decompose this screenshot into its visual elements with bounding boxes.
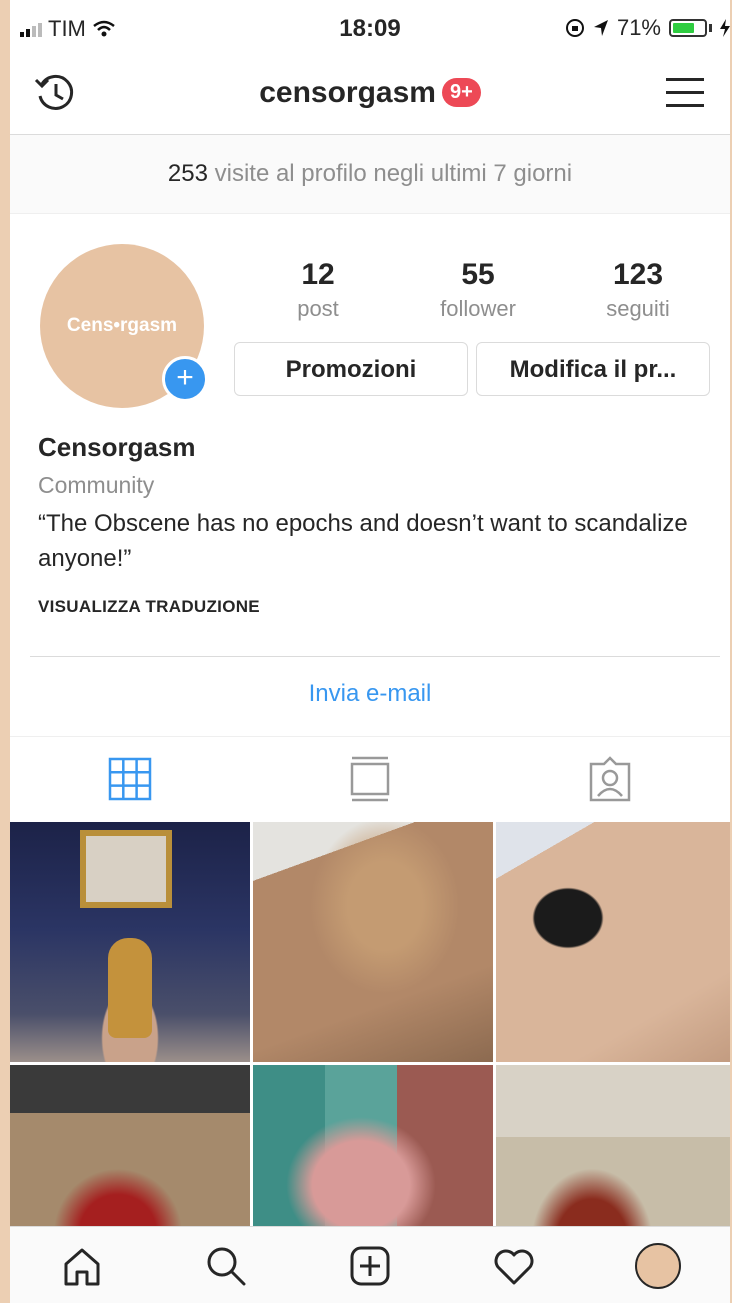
visits-text: visite al profilo negli ultimi 7 giorni bbox=[214, 160, 573, 187]
status-bar: TIM 18:09 71% bbox=[10, 0, 730, 56]
visits-count: 253 bbox=[167, 160, 208, 187]
feed-icon bbox=[350, 756, 390, 802]
profile-avatar bbox=[635, 1242, 681, 1289]
avatar-logo-text: Cens•rgasm bbox=[66, 315, 178, 336]
profile-screen: TIM 18:09 71% censorgasm 9+ 253 visite a… bbox=[10, 0, 730, 1303]
stat-number: 12 bbox=[301, 258, 335, 291]
stat-posts[interactable]: 12 post bbox=[238, 258, 398, 322]
search-icon bbox=[207, 1247, 246, 1285]
page-title: censorgasm 9+ bbox=[10, 76, 730, 110]
charging-icon bbox=[720, 19, 730, 37]
profile-visits-banner[interactable]: 253 visite al profilo negli ultimi 7 gio… bbox=[10, 135, 730, 214]
edit-profile-button[interactable]: Modifica il pr... bbox=[476, 342, 710, 396]
nav-add[interactable] bbox=[298, 1227, 442, 1303]
battery-icon bbox=[669, 19, 707, 37]
stat-label: post bbox=[297, 296, 339, 321]
stat-label: seguiti bbox=[606, 296, 670, 321]
tab-feed[interactable] bbox=[250, 737, 490, 821]
divider bbox=[30, 656, 720, 657]
stat-followers[interactable]: 55 follower bbox=[398, 258, 558, 322]
username-title: censorgasm bbox=[259, 76, 436, 109]
profile-name: Censorgasm bbox=[38, 432, 196, 462]
add-story-icon[interactable]: + bbox=[162, 356, 208, 402]
notification-badge: 9+ bbox=[441, 78, 481, 107]
profile-bio: “The Obscene has no epochs and doesn’t w… bbox=[38, 510, 688, 572]
rotation-lock-icon bbox=[565, 19, 584, 37]
post-thumbnail[interactable] bbox=[10, 822, 250, 1062]
promotions-button[interactable]: Promozioni bbox=[234, 342, 468, 396]
post-thumbnail[interactable] bbox=[253, 822, 493, 1062]
location-icon bbox=[593, 20, 608, 36]
stat-following[interactable]: 123 seguiti bbox=[558, 258, 718, 322]
stat-number: 123 bbox=[612, 258, 664, 291]
heart-icon bbox=[494, 1249, 534, 1284]
tab-grid[interactable] bbox=[10, 737, 250, 821]
status-right: 71% bbox=[565, 15, 730, 41]
profile-stats: 12 post 55 follower 123 seguiti bbox=[238, 258, 718, 322]
nav-search[interactable] bbox=[154, 1227, 298, 1303]
add-icon bbox=[350, 1246, 390, 1285]
battery-percent: 71% bbox=[616, 15, 661, 40]
bottom-nav bbox=[10, 1226, 730, 1303]
avatar-container[interactable]: Cens•rgasm + bbox=[40, 244, 208, 408]
nav-activity[interactable] bbox=[442, 1227, 586, 1303]
battery-tip bbox=[709, 24, 712, 32]
nav-home[interactable] bbox=[10, 1227, 154, 1303]
top-nav: censorgasm 9+ bbox=[10, 56, 730, 135]
tab-tagged[interactable] bbox=[490, 737, 730, 821]
stat-label: follower bbox=[440, 296, 516, 321]
see-translation-link[interactable]: VISUALIZZA TRADUZIONE bbox=[38, 597, 260, 617]
nav-profile[interactable] bbox=[586, 1227, 730, 1303]
tagged-icon bbox=[589, 756, 631, 802]
grid-icon bbox=[108, 757, 152, 801]
profile-tabs bbox=[10, 736, 730, 821]
profile-category: Community bbox=[38, 472, 155, 498]
stat-number: 55 bbox=[461, 258, 495, 291]
menu-icon[interactable] bbox=[666, 78, 704, 108]
email-button[interactable]: Invia e-mail bbox=[10, 680, 730, 708]
home-icon bbox=[64, 1248, 100, 1285]
post-thumbnail[interactable] bbox=[496, 822, 730, 1062]
